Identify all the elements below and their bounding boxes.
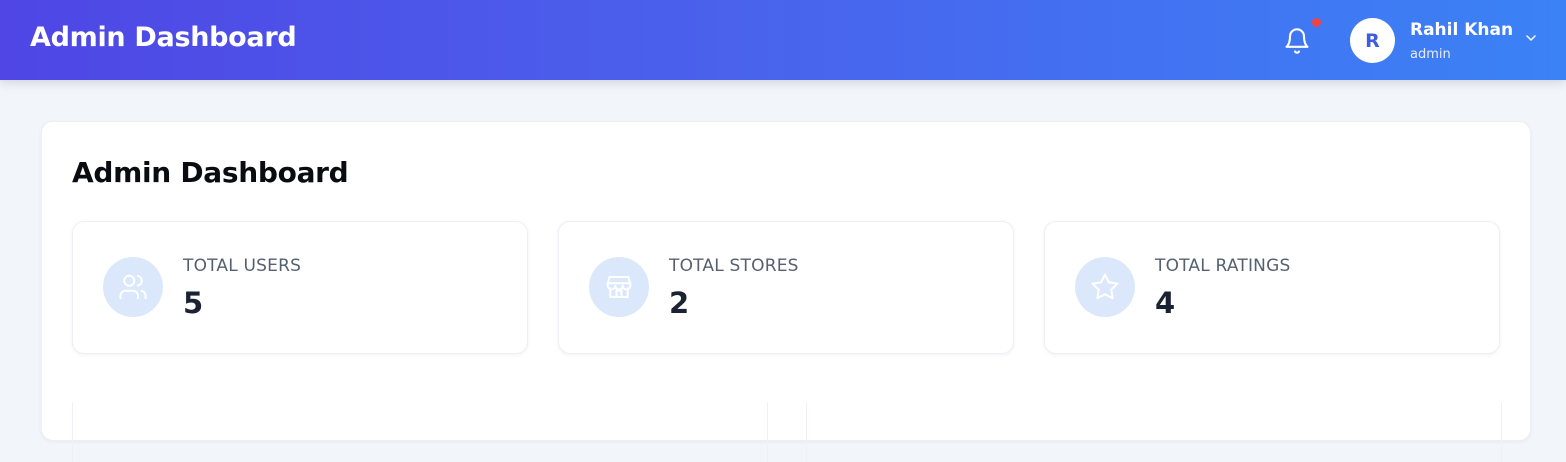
user-name: Rahil Khan	[1410, 20, 1514, 40]
lower-panel-left	[72, 402, 768, 462]
notification-badge	[1312, 18, 1321, 27]
chevron-down-icon	[1526, 35, 1536, 41]
stat-value: 2	[669, 286, 690, 320]
lower-panel-right	[806, 402, 1502, 462]
star-icon	[1091, 273, 1119, 300]
stat-icon-circle	[1075, 257, 1135, 317]
stat-label: TOTAL RATINGS	[1155, 256, 1291, 276]
stat-icon-circle	[103, 257, 163, 317]
users-icon	[119, 274, 147, 300]
stat-value: 5	[183, 286, 204, 320]
stat-label: TOTAL STORES	[669, 256, 799, 276]
avatar: R	[1350, 18, 1395, 63]
stat-card-stores: TOTAL STORES 2	[558, 221, 1014, 354]
stat-value: 4	[1155, 286, 1176, 320]
bell-icon	[1285, 28, 1309, 54]
stat-card-users: TOTAL USERS 5	[72, 221, 528, 354]
notifications-button[interactable]	[1283, 18, 1321, 55]
stat-label: TOTAL USERS	[183, 256, 302, 276]
top-navbar: Admin Dashboard R Rahil Khan admin	[0, 0, 1566, 80]
page-title: Admin Dashboard	[72, 156, 349, 189]
dashboard-card: Admin Dashboard TOTAL USERS 5 TOTAL STOR…	[41, 121, 1531, 462]
store-icon	[606, 276, 632, 298]
stat-icon-circle	[589, 257, 649, 317]
user-menu[interactable]: R Rahil Khan admin	[1348, 16, 1548, 66]
stat-card-ratings: TOTAL RATINGS 4	[1044, 221, 1500, 354]
user-role: admin	[1410, 47, 1451, 62]
app-title: Admin Dashboard	[30, 22, 297, 53]
